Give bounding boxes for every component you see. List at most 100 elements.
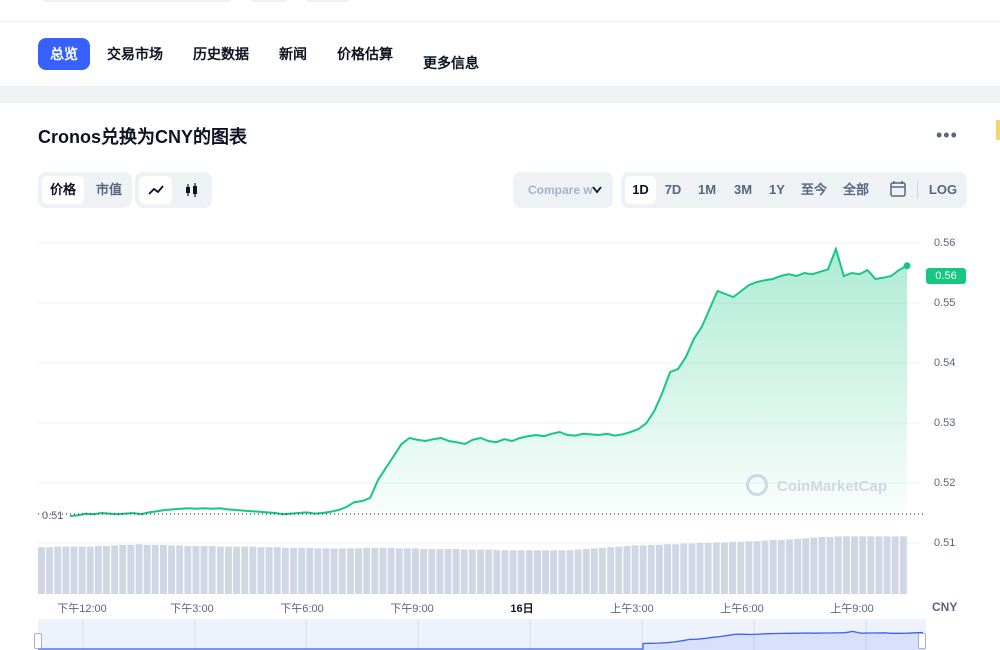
- volume-bar: [160, 544, 167, 594]
- volume-bar: [794, 538, 802, 594]
- header-button-edge[interactable]: [250, 0, 288, 2]
- tab-more-info[interactable]: 更多信息: [416, 47, 486, 79]
- navigator-left-handle[interactable]: [34, 633, 42, 649]
- range-7d[interactable]: 7D: [658, 176, 688, 204]
- y-tick-label: 0.55: [934, 297, 956, 309]
- volume-bar: [420, 549, 427, 594]
- volume-bar: [355, 548, 362, 594]
- volume-bar: [672, 544, 680, 594]
- volume-bar: [891, 536, 899, 594]
- volume-bar: [534, 550, 541, 594]
- tab-historical-data[interactable]: 历史数据: [186, 38, 256, 70]
- volume-bar: [574, 549, 582, 594]
- header-button-edge[interactable]: [305, 0, 350, 2]
- volume-bar: [582, 549, 590, 594]
- tab-markets[interactable]: 交易市场: [100, 38, 170, 70]
- volume-bar: [94, 546, 102, 594]
- volume-bar: [647, 544, 655, 594]
- top-header-strip: [0, 0, 1000, 22]
- volume-bar: [777, 540, 785, 594]
- volume-bar: [314, 548, 322, 594]
- search-bar-edge[interactable]: [42, 0, 232, 2]
- navigator-right-handle[interactable]: [918, 633, 926, 649]
- volume-bar: [78, 546, 86, 594]
- last-price-dot: [903, 262, 911, 270]
- volume-bar: [485, 549, 493, 594]
- y-tick-label: 0.52: [934, 477, 956, 489]
- volume-bar: [200, 546, 208, 594]
- volume-bar: [330, 548, 338, 594]
- calendar-icon[interactable]: [883, 176, 913, 204]
- volume-bar: [745, 541, 753, 594]
- compare-dropdown[interactable]: Compare w: [513, 172, 613, 208]
- volume-bar: [704, 543, 712, 594]
- volume-bar: [241, 546, 249, 594]
- volume-bar: [103, 546, 110, 594]
- volume-bar: [680, 543, 688, 594]
- volume-bar: [460, 549, 468, 594]
- y-tick-label: 0.51: [934, 537, 956, 549]
- volume-bar: [208, 546, 216, 594]
- range-navigator[interactable]: [38, 619, 926, 650]
- volume-bar: [452, 549, 460, 594]
- volume-bar: [655, 544, 663, 594]
- range-ytd[interactable]: 至今: [795, 176, 833, 204]
- volume-bar: [46, 547, 53, 594]
- line-chart-icon[interactable]: [139, 176, 172, 204]
- volume-bar: [477, 549, 484, 594]
- volume-bar: [233, 546, 240, 594]
- volume-bar: [216, 546, 224, 594]
- volume-bar: [631, 545, 639, 594]
- volume-bar: [176, 545, 184, 594]
- log-scale-toggle[interactable]: LOG: [924, 176, 962, 204]
- volume-bar: [696, 543, 704, 594]
- volume-bar: [135, 544, 143, 594]
- range-1y[interactable]: 1Y: [762, 176, 792, 204]
- section-divider: [0, 86, 1000, 103]
- volume-bar: [38, 547, 45, 594]
- volume-bar: [843, 536, 850, 594]
- volume-bar: [607, 547, 615, 594]
- x-tick-label: 上午3:00: [610, 603, 654, 615]
- tab-overview[interactable]: 总览: [38, 38, 90, 70]
- volume-bar: [151, 544, 159, 594]
- volume-bar: [428, 549, 436, 594]
- candlestick-icon[interactable]: [175, 176, 208, 204]
- volume-bar: [899, 536, 907, 594]
- volume-bar: [826, 537, 834, 594]
- price-line: [69, 245, 908, 517]
- open-price-label: 0.51: [42, 510, 64, 522]
- tab-market-cap[interactable]: 市值: [88, 176, 130, 204]
- volume-bar: [664, 544, 671, 594]
- volume-bar: [590, 548, 598, 594]
- volume-bar: [753, 541, 761, 594]
- volume-bar: [298, 547, 306, 594]
- page-edge-accent: [996, 120, 1000, 140]
- x-tick-label: 下午6:00: [280, 603, 324, 615]
- volume-bar: [599, 547, 606, 594]
- volume-bar: [883, 536, 891, 594]
- volume-bar: [111, 545, 119, 594]
- volume-bar: [558, 550, 566, 594]
- volume-bar: [127, 544, 135, 594]
- more-dots-icon[interactable]: •••: [936, 126, 958, 148]
- tab-news[interactable]: 新闻: [272, 38, 314, 70]
- tab-price[interactable]: 价格: [42, 176, 84, 204]
- volume-bar: [168, 545, 175, 594]
- volume-bar: [371, 547, 379, 594]
- x-tick-label: 上午6:00: [720, 603, 764, 615]
- volume-bar: [615, 546, 623, 594]
- volume-bar: [542, 550, 549, 594]
- y-tick-label: 0.53: [934, 417, 956, 429]
- range-3m[interactable]: 3M: [727, 176, 759, 204]
- volume-bar: [54, 546, 62, 594]
- x-tick-label: 16日: [510, 603, 534, 615]
- tab-price-estimates[interactable]: 价格估算: [330, 38, 400, 70]
- range-1d[interactable]: 1D: [625, 176, 656, 204]
- volume-bar: [184, 546, 192, 594]
- range-1m[interactable]: 1M: [692, 176, 722, 204]
- range-all[interactable]: 全部: [837, 176, 875, 204]
- volume-bar: [566, 550, 574, 594]
- volume-bar: [818, 537, 826, 594]
- volume-bar: [363, 547, 371, 594]
